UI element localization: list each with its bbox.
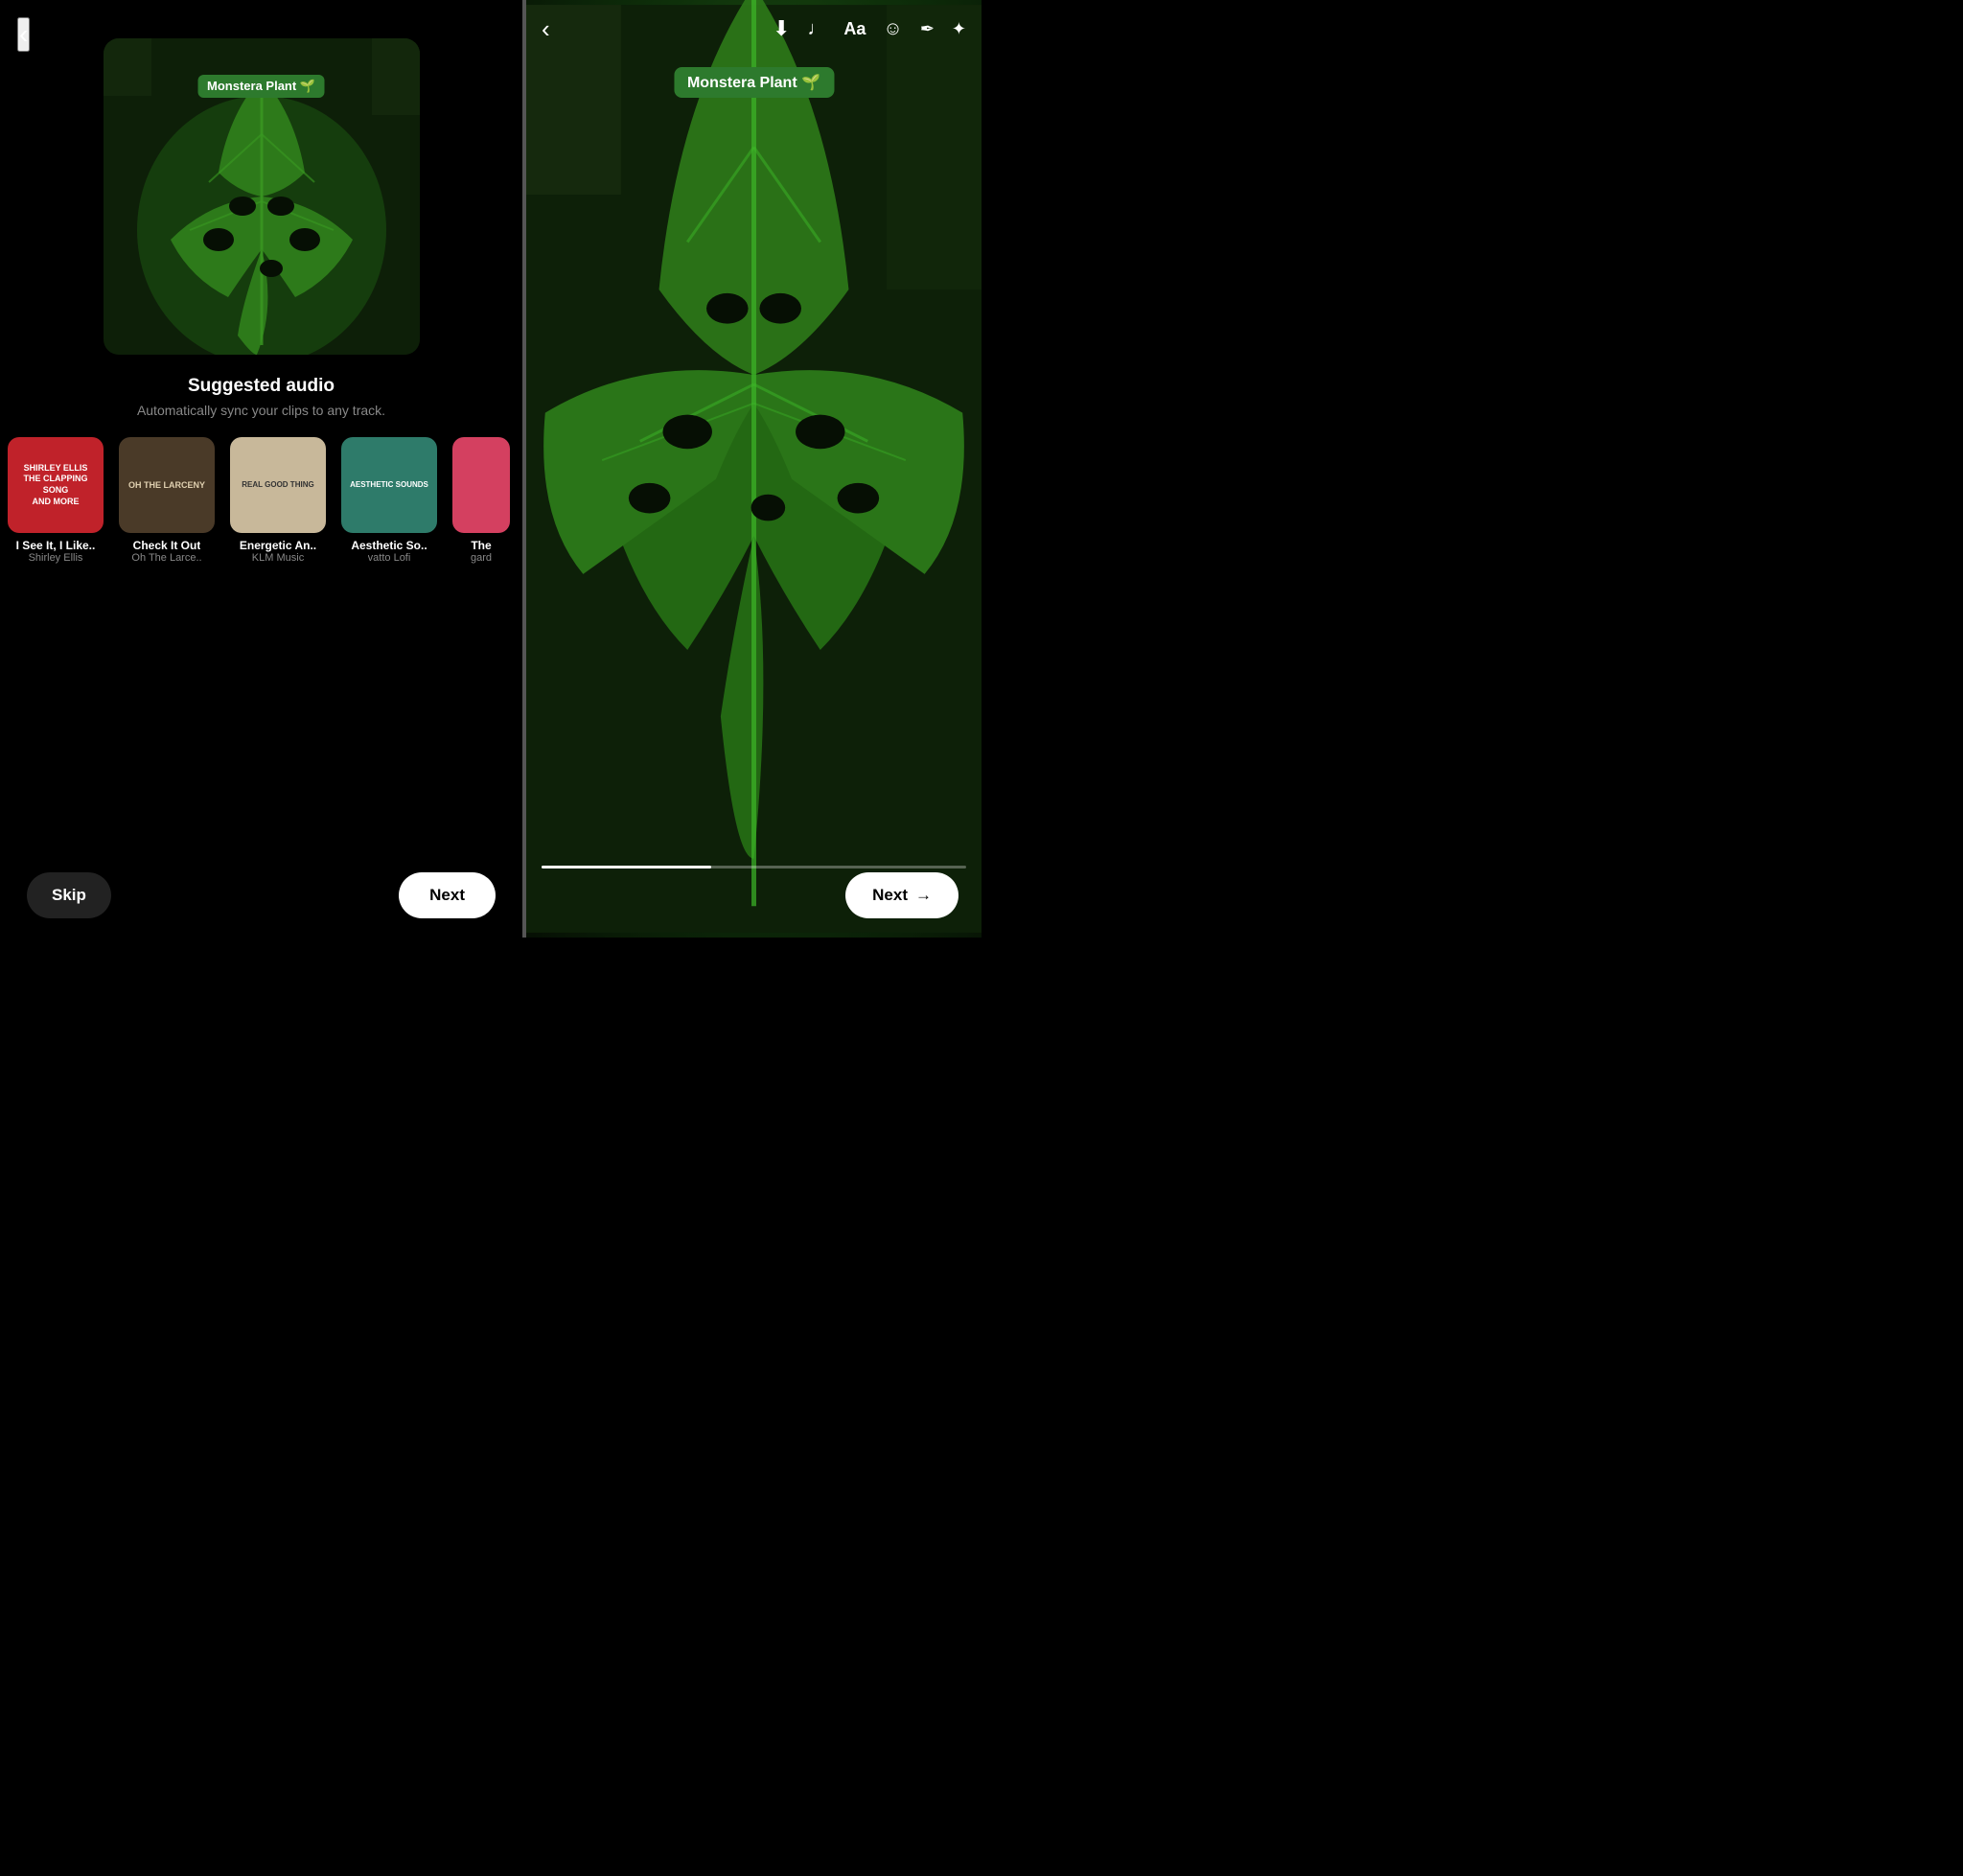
skip-button[interactable]: Skip [27,872,111,918]
left-back-button[interactable]: ‹ [17,17,30,52]
next-label-right: Next [872,886,908,905]
track-item-3[interactable]: REAL GOOD THING Energetic An.. KLM Music [230,437,326,564]
track-name-1: I See It, I Like.. [16,539,96,552]
sticker-icon[interactable]: ☺ [883,18,902,40]
track-name-5: The [471,539,491,552]
music-icon[interactable]: ♩ [807,18,826,40]
next-arrow-right: → [915,886,932,905]
progress-bar [542,866,966,869]
right-back-button[interactable]: ‹ [542,14,550,44]
text-icon[interactable]: Aa [843,19,866,39]
audio-tracks-list: SHIRLEY ELLISTHE CLAPPING SONGAND MORE I… [0,437,522,564]
track-thumb-4: AESTHETIC SOUNDS [341,437,437,533]
track-name-3: Energetic An.. [240,539,316,552]
progress-fill [542,866,711,869]
track-thumb-1: SHIRLEY ELLISTHE CLAPPING SONGAND MORE [8,437,104,533]
track-thumb-5 [452,437,510,533]
preview-card: Monstera Plant 🌱 [104,38,420,355]
track-thumb-3: REAL GOOD THING [230,437,326,533]
track-item-4[interactable]: AESTHETIC SOUNDS Aesthetic So.. vatto Lo… [341,437,437,564]
track-artist-2: Oh The Larce.. [131,552,201,564]
left-panel: ‹ [0,0,522,938]
right-label: Monstera Plant 🌱 [674,67,834,98]
track-artist-4: vatto Lofi [368,552,411,564]
sparkle-icon[interactable]: ✦ [952,19,966,39]
right-panel: ‹ ⬇ ♩ Aa ☺ ✒ ✦ Monstera Plant 🌱 Next → [526,0,982,938]
preview-label: Monstera Plant 🌱 [197,75,325,98]
track-artist-1: Shirley Ellis [29,552,83,564]
download-icon[interactable]: ⬇ [773,16,790,41]
track-item-1[interactable]: SHIRLEY ELLISTHE CLAPPING SONGAND MORE I… [8,437,104,564]
track-name-2: Check It Out [133,539,201,552]
track-artist-5: gard [471,552,492,564]
next-button-left[interactable]: Next [399,872,496,918]
track-item-2[interactable]: OH THE LARCENY Check It Out Oh The Larce… [119,437,215,564]
brush-icon[interactable]: ✒ [920,19,935,39]
track-name-4: Aesthetic So.. [351,539,427,552]
left-bottom-bar: Skip Next [0,872,522,918]
right-top-icons: ⬇ ♩ Aa ☺ ✒ ✦ [773,16,966,41]
track-artist-3: KLM Music [252,552,304,564]
suggested-audio-subtitle: Automatically sync your clips to any tra… [137,403,385,418]
right-top-bar: ‹ ⬇ ♩ Aa ☺ ✒ ✦ [526,0,982,58]
right-bottom-bar: Next → [526,872,982,918]
next-button-right[interactable]: Next → [845,872,958,918]
suggested-audio-title: Suggested audio [188,376,335,397]
track-thumb-2: OH THE LARCENY [119,437,215,533]
track-item-5[interactable]: The gard [452,437,510,564]
